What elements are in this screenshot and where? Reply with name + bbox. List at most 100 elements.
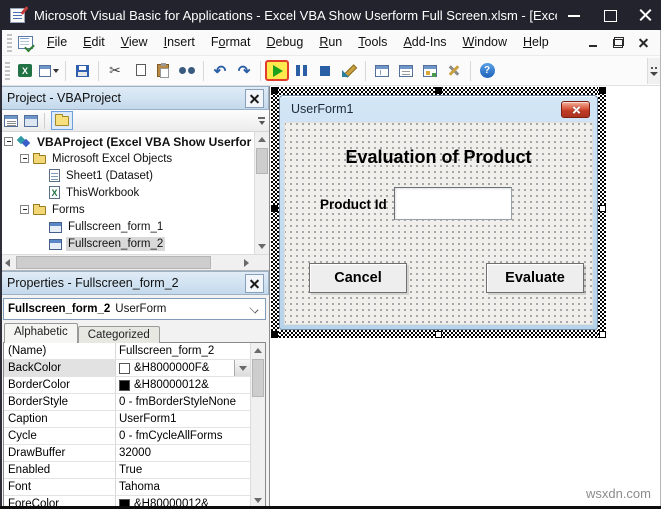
resize-handle-bottom-right[interactable]	[599, 331, 606, 338]
userform-close-button[interactable]	[561, 100, 590, 118]
evaluate-button-control[interactable]: Evaluate	[486, 263, 584, 293]
undo-button[interactable]	[208, 59, 232, 83]
properties-window-button[interactable]	[394, 59, 418, 83]
tree-item-forms[interactable]: Forms	[0, 201, 254, 218]
break-button[interactable]	[289, 59, 313, 83]
property-row-caption[interactable]: Caption UserForm1	[4, 411, 250, 428]
menu-item-view[interactable]: View	[113, 30, 156, 55]
property-value[interactable]: 0 - fmCycleAllForms	[116, 428, 250, 444]
toolbox-button[interactable]	[442, 59, 466, 83]
scrollbar-thumb[interactable]	[252, 359, 264, 397]
tree-item-fullscreen-form-2[interactable]: Fullscreen_form_2	[0, 235, 254, 252]
userform-window[interactable]: UserForm1 Evaluation of Product Product …	[279, 95, 598, 330]
save-button[interactable]	[70, 59, 94, 83]
product-id-label-control[interactable]: Product Id	[320, 197, 387, 212]
property-row-backcolor[interactable]: BackColor &H8000000F&	[4, 360, 250, 377]
mdi-minimize-button[interactable]	[588, 37, 599, 48]
property-value[interactable]: 0 - fmBorderStyleNone	[116, 394, 250, 410]
resize-handle-middle-right[interactable]	[599, 205, 606, 212]
tab-categorized[interactable]: Categorized	[77, 326, 160, 343]
cancel-button-control[interactable]: Cancel	[309, 263, 407, 293]
property-row-font[interactable]: Font Tahoma	[4, 479, 250, 496]
property-value[interactable]: &H8000000F&	[116, 360, 250, 376]
redo-button[interactable]	[232, 59, 256, 83]
close-button[interactable]	[639, 8, 653, 22]
insert-userform-button[interactable]	[37, 59, 61, 83]
object-selector-dropdown[interactable]: Fullscreen_form_2 UserForm	[3, 298, 266, 320]
scroll-up-icon[interactable]	[251, 343, 265, 358]
property-row-bordercolor[interactable]: BorderColor &H80000012&	[4, 377, 250, 394]
heading-label-control[interactable]: Evaluation of Product	[285, 147, 592, 168]
scroll-up-icon[interactable]	[255, 132, 269, 147]
copy-button[interactable]	[127, 59, 151, 83]
project-explorer-button[interactable]	[370, 59, 394, 83]
property-value[interactable]: Tahoma	[116, 479, 250, 495]
property-value[interactable]: &H80000012&	[116, 377, 250, 393]
property-value[interactable]: 32000	[116, 445, 250, 461]
menu-item-help[interactable]: Help	[515, 30, 557, 55]
project-tree-vertical-scrollbar[interactable]	[254, 132, 269, 254]
resize-handle-top-right[interactable]	[599, 87, 606, 94]
tab-alphabetic[interactable]: Alphabetic	[4, 323, 78, 343]
scrollbar-thumb[interactable]	[16, 256, 211, 269]
property-row-cycle[interactable]: Cycle 0 - fmCycleAllForms	[4, 428, 250, 445]
menu-item-edit[interactable]: Edit	[75, 30, 113, 55]
tree-item-thisworkbook[interactable]: ThisWorkbook	[0, 184, 254, 201]
help-button[interactable]	[475, 59, 499, 83]
property-row-name[interactable]: (Name) Fullscreen_form_2	[4, 343, 250, 360]
property-value[interactable]: Fullscreen_form_2	[116, 343, 250, 359]
paste-button[interactable]	[151, 59, 175, 83]
property-row-borderstyle[interactable]: BorderStyle 0 - fmBorderStyleNone	[4, 394, 250, 411]
toolbar-options-button[interactable]	[647, 58, 660, 84]
project-toolbar-options-button[interactable]	[256, 113, 267, 129]
toggle-folders-button[interactable]	[51, 111, 73, 130]
scroll-right-icon[interactable]	[239, 255, 254, 270]
scrollbar-thumb[interactable]	[256, 148, 268, 174]
find-button[interactable]	[175, 59, 199, 83]
properties-vertical-scrollbar[interactable]	[250, 343, 265, 508]
resize-handle-top-left[interactable]	[271, 87, 278, 94]
design-mode-button[interactable]	[337, 59, 361, 83]
tree-item-fullscreen-form-1[interactable]: Fullscreen_form_1	[0, 218, 254, 235]
collapse-expander-icon[interactable]	[20, 205, 29, 214]
maximize-button[interactable]	[603, 8, 617, 22]
menu-item-insert[interactable]: Insert	[156, 30, 203, 55]
scroll-down-icon[interactable]	[255, 239, 269, 254]
resize-handle-bottom-left[interactable]	[271, 331, 278, 338]
toolbar-grip[interactable]	[5, 61, 10, 80]
mdi-close-button[interactable]	[638, 37, 649, 48]
properties-panel-close-icon[interactable]	[245, 273, 264, 293]
resize-handle-middle-left[interactable]	[271, 205, 278, 212]
tree-item-vbaproject-excel-vba-show-userfor[interactable]: VBAProject (Excel VBA Show Userfor	[0, 133, 254, 150]
menubar-grip[interactable]	[7, 33, 12, 52]
menu-item-format[interactable]: Format	[203, 30, 259, 55]
tree-item-sheet1-dataset[interactable]: Sheet1 (Dataset)	[0, 167, 254, 184]
property-value[interactable]: True	[116, 462, 250, 478]
cut-button[interactable]	[103, 59, 127, 83]
run-sub-userform-button[interactable]	[265, 59, 289, 83]
userform-body[interactable]: Evaluation of Product Product Id Cancel …	[284, 122, 593, 325]
resize-handle-bottom-middle[interactable]	[435, 331, 442, 338]
view-object-icon[interactable]	[24, 114, 38, 127]
project-tree-horizontal-scrollbar[interactable]	[0, 254, 269, 270]
mdi-restore-button[interactable]	[613, 37, 624, 48]
property-row-drawbuffer[interactable]: DrawBuffer 32000	[4, 445, 250, 462]
dropdown-button[interactable]	[234, 360, 250, 376]
view-code-icon[interactable]	[4, 114, 18, 127]
menu-item-file[interactable]: File	[39, 30, 75, 55]
menu-item-debug[interactable]: Debug	[258, 30, 311, 55]
menu-item-tools[interactable]: Tools	[350, 30, 395, 55]
view-microsoft-excel-button[interactable]	[13, 59, 37, 83]
minimize-button[interactable]	[567, 8, 581, 22]
menu-item-run[interactable]: Run	[311, 30, 350, 55]
reset-button[interactable]	[313, 59, 337, 83]
tree-item-microsoft-excel-objects[interactable]: Microsoft Excel Objects	[0, 150, 254, 167]
resize-handle-top-middle[interactable]	[435, 87, 442, 94]
menu-item-add-ins[interactable]: Add-Ins	[395, 30, 454, 55]
property-value[interactable]: UserForm1	[116, 411, 250, 427]
collapse-expander-icon[interactable]	[20, 154, 29, 163]
scroll-left-icon[interactable]	[0, 255, 15, 270]
project-panel-close-icon[interactable]	[245, 88, 264, 108]
child-window-icon[interactable]	[18, 36, 33, 49]
userform-titlebar[interactable]: UserForm1	[280, 96, 597, 122]
